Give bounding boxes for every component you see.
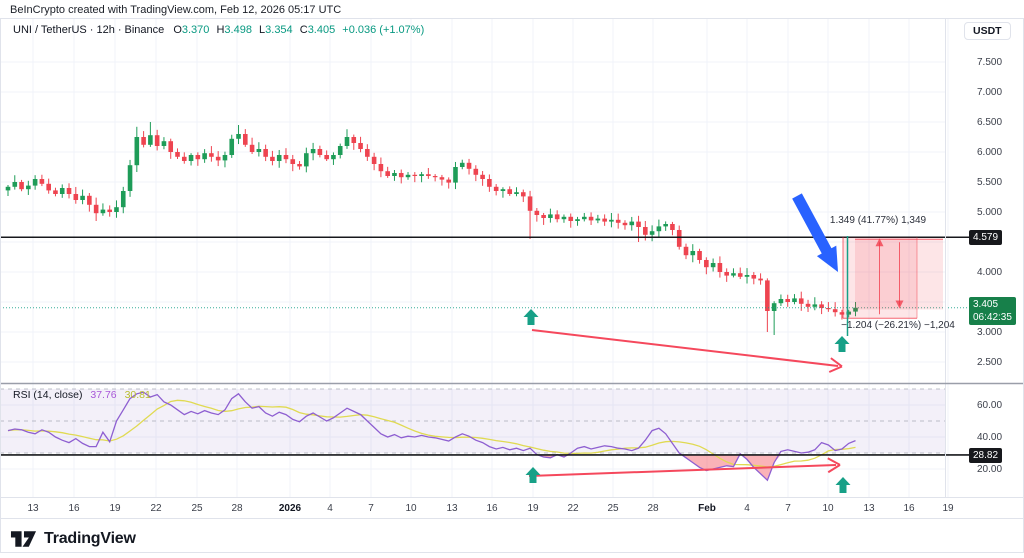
range-up-annotation[interactable]: 1.349 (41.77%) 1,349 bbox=[830, 215, 926, 226]
price-tick-label: 6.500 bbox=[977, 117, 1002, 128]
price-tick-label: 7.500 bbox=[977, 57, 1002, 68]
last-price-value: 3.405 bbox=[973, 298, 1012, 311]
price-tick-label: 6.000 bbox=[977, 147, 1002, 158]
time-tick-label: 16 bbox=[486, 503, 497, 514]
time-tick-label: 7 bbox=[785, 503, 791, 514]
rsi-tick-label: 60.00 bbox=[977, 400, 1002, 411]
tradingview-logo-text: TradingView bbox=[44, 530, 136, 548]
time-tick-label: 10 bbox=[405, 503, 416, 514]
resistance-price-label: 4.579 bbox=[969, 230, 1002, 245]
trendline-rsi-head bbox=[828, 458, 840, 465]
exchange: Binance bbox=[124, 24, 164, 36]
time-tick-label: 13 bbox=[446, 503, 457, 514]
up-arrow-marker-main-1[interactable] bbox=[524, 309, 539, 325]
currency-toggle-button[interactable]: USDT bbox=[964, 22, 1011, 40]
time-tick-label: 13 bbox=[27, 503, 38, 514]
time-tick-label: 28 bbox=[647, 503, 658, 514]
price-tick-label: 5.500 bbox=[977, 177, 1002, 188]
trendline-rsi[interactable] bbox=[529, 465, 836, 476]
time-tick-label: 16 bbox=[903, 503, 914, 514]
bar-countdown: 06:42:35 bbox=[973, 311, 1012, 324]
rsi-ma-value: 30.81 bbox=[125, 389, 151, 401]
chart-canvas[interactable] bbox=[0, 0, 1024, 558]
up-arrow-marker-rsi-2[interactable] bbox=[836, 477, 851, 493]
time-tick-label: 19 bbox=[527, 503, 538, 514]
last-price-label: 3.405 06:42:35 bbox=[969, 297, 1016, 325]
attribution-text: BeInCrypto created with TradingView.com,… bbox=[10, 4, 341, 16]
trendline-main-head bbox=[829, 366, 842, 372]
time-tick-label: 2026 bbox=[279, 503, 301, 514]
ohlc-open-label: O bbox=[173, 24, 182, 36]
ohlc-close-label: C bbox=[300, 24, 308, 36]
rsi-value: 37.76 bbox=[90, 389, 116, 401]
time-tick-label: 22 bbox=[567, 503, 578, 514]
ohlc-high: 3.498 bbox=[224, 24, 252, 36]
time-tick-label: 7 bbox=[368, 503, 374, 514]
time-tick-label: 4 bbox=[744, 503, 750, 514]
candles-series[interactable] bbox=[6, 122, 858, 335]
interval: 12h bbox=[96, 24, 114, 36]
trendline-main[interactable] bbox=[532, 330, 838, 366]
rsi-title: RSI (14, close) bbox=[13, 389, 82, 401]
tradingview-logo[interactable]: TradingView bbox=[10, 527, 136, 551]
time-tick-label: 19 bbox=[942, 503, 953, 514]
rsi-legend[interactable]: RSI (14, close) 37.76 30.81 bbox=[13, 389, 151, 401]
price-tick-label: 7.000 bbox=[977, 87, 1002, 98]
time-tick-label: Feb bbox=[698, 503, 716, 514]
time-tick-label: 25 bbox=[607, 503, 618, 514]
time-tick-label: 13 bbox=[863, 503, 874, 514]
tradingview-logo-icon bbox=[10, 527, 37, 551]
change-value: +0.036 (+1.07%) bbox=[342, 24, 424, 36]
time-tick-label: 16 bbox=[68, 503, 79, 514]
time-tick-label: 10 bbox=[822, 503, 833, 514]
symbol-name: UNI / TetherUS bbox=[13, 24, 87, 36]
time-tick-label: 22 bbox=[150, 503, 161, 514]
price-tick-label: 3.000 bbox=[977, 327, 1002, 338]
tradingview-snapshot: BeInCrypto created with TradingView.com,… bbox=[0, 0, 1024, 558]
symbol-legend[interactable]: UNI / TetherUS·12h·Binance O3.370 H3.498… bbox=[13, 24, 424, 36]
price-tick-label: 4.000 bbox=[977, 267, 1002, 278]
rsi-level-label: 28.82 bbox=[969, 448, 1002, 463]
range-down-annotation[interactable]: −1.204 (−26.21%) −1,204 bbox=[841, 320, 955, 331]
ohlc-low: 3.354 bbox=[265, 24, 293, 36]
rsi-tick-label: 40.00 bbox=[977, 432, 1002, 443]
time-tick-label: 25 bbox=[191, 503, 202, 514]
price-tick-label: 5.000 bbox=[977, 207, 1002, 218]
ohlc-close: 3.405 bbox=[308, 24, 336, 36]
time-tick-label: 19 bbox=[109, 503, 120, 514]
time-tick-label: 28 bbox=[231, 503, 242, 514]
ohlc-open: 3.370 bbox=[182, 24, 210, 36]
rsi-tick-label: 20.00 bbox=[977, 464, 1002, 475]
up-arrow-marker-main-2[interactable] bbox=[835, 336, 850, 352]
blue-arrow-stem[interactable] bbox=[797, 196, 828, 253]
time-tick-label: 4 bbox=[327, 503, 333, 514]
price-tick-label: 2.500 bbox=[977, 357, 1002, 368]
